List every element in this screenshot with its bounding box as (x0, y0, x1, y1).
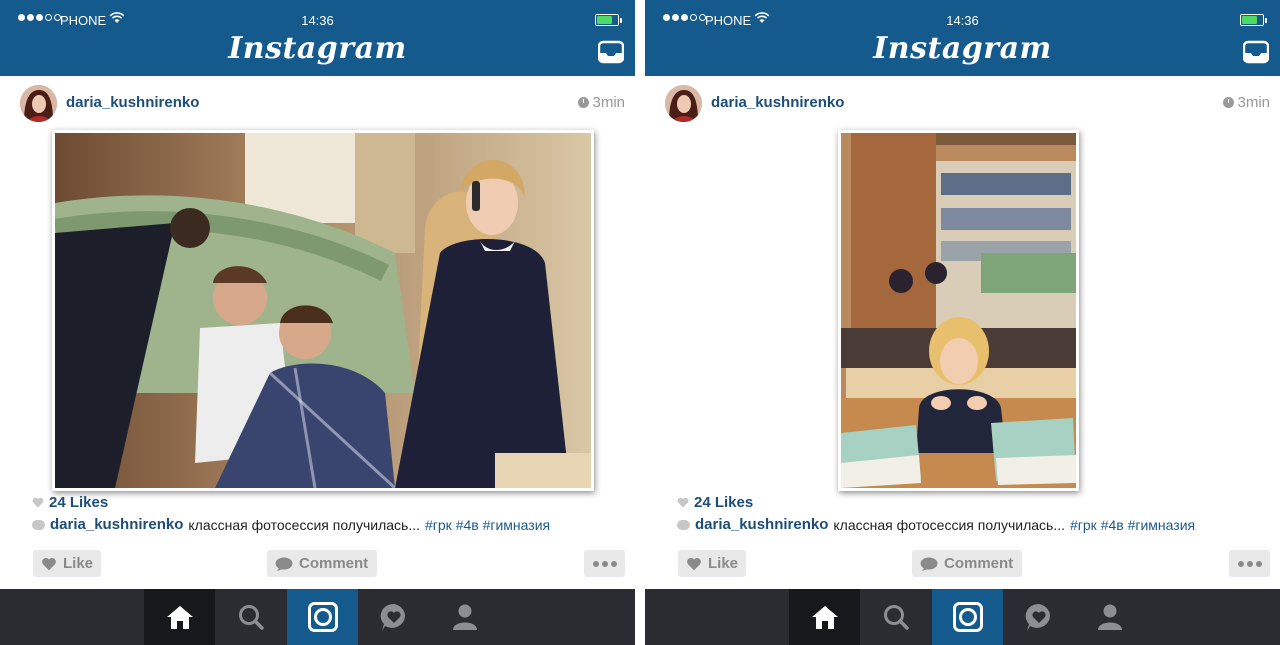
tab-home[interactable] (789, 589, 860, 645)
likes-count[interactable]: 24 Likes (677, 494, 753, 511)
tab-camera[interactable] (287, 589, 358, 645)
comment-bubble-icon (677, 519, 690, 530)
likes-text: 24 Likes (694, 494, 754, 511)
like-button[interactable]: Like (33, 550, 101, 577)
phone-screen-left: PHONE 14:36 Instagram daria_kushnirenko … (0, 0, 635, 645)
caption-text: классная фотосессия получилась... (833, 516, 1065, 533)
status-time: 14:36 (301, 13, 334, 28)
more-options-button[interactable] (584, 550, 625, 577)
comment-icon (920, 557, 938, 571)
post-username[interactable]: daria_kushnirenko (711, 94, 844, 111)
post-photo[interactable] (838, 130, 1079, 491)
clock-icon (578, 97, 590, 108)
like-button[interactable]: Like (678, 550, 746, 577)
post-time: 3min (1223, 94, 1270, 111)
tab-activity[interactable] (358, 589, 429, 645)
camera-icon (952, 602, 983, 632)
post-time: 3min (578, 94, 625, 111)
activity-icon (380, 603, 405, 631)
tab-camera[interactable] (932, 589, 1003, 645)
caption-author[interactable]: daria_kushnirenko (695, 516, 828, 533)
post-caption: daria_kushnirenko классная фотосессия по… (677, 516, 1195, 533)
post-time-text: 3min (592, 94, 625, 111)
app-logo: Instagram (873, 31, 1052, 66)
battery-icon (1240, 14, 1268, 26)
heart-icon (677, 497, 689, 508)
like-label: Like (707, 555, 738, 572)
app-header: PHONE 14:36 Instagram (645, 0, 1280, 76)
caption-hashtags[interactable]: #грк #4в #гимназия (1070, 517, 1195, 533)
comment-button[interactable]: Comment (912, 550, 1022, 577)
avatar[interactable] (20, 85, 57, 122)
inbox-icon[interactable] (598, 40, 624, 64)
more-options-button[interactable] (1229, 550, 1270, 577)
caption-text: классная фотосессия получилась... (188, 516, 420, 533)
comment-button[interactable]: Comment (267, 550, 377, 577)
likes-text: 24 Likes (49, 494, 109, 511)
tab-profile[interactable] (1074, 589, 1145, 645)
search-icon (238, 605, 264, 630)
post-username[interactable]: daria_kushnirenko (66, 94, 199, 111)
home-icon (166, 606, 193, 629)
likes-count[interactable]: 24 Likes (32, 494, 108, 511)
activity-icon (1025, 603, 1050, 631)
battery-icon (595, 14, 623, 26)
caption-hashtags[interactable]: #грк #4в #гимназия (425, 517, 550, 533)
heart-icon (32, 497, 44, 508)
comment-bubble-icon (32, 519, 45, 530)
clock-icon (1223, 97, 1235, 108)
tab-profile[interactable] (429, 589, 500, 645)
phone-screen-right: PHONE 14:36 Instagram daria_kushnirenko … (645, 0, 1280, 645)
tab-activity[interactable] (1003, 589, 1074, 645)
heart-icon (42, 557, 56, 570)
tab-bar (645, 589, 1280, 645)
comment-label: Comment (944, 555, 1014, 572)
profile-icon (452, 604, 477, 630)
caption-author[interactable]: daria_kushnirenko (50, 516, 183, 533)
comment-icon (275, 557, 293, 571)
tab-search[interactable] (215, 589, 286, 645)
status-time: 14:36 (946, 13, 979, 28)
like-label: Like (62, 555, 93, 572)
home-icon (811, 606, 838, 629)
inbox-icon[interactable] (1243, 40, 1269, 64)
app-header: PHONE 14:36 Instagram (0, 0, 635, 76)
profile-icon (1097, 604, 1122, 630)
tab-home[interactable] (144, 589, 215, 645)
post-time-text: 3min (1237, 94, 1270, 111)
tab-bar (0, 589, 635, 645)
tab-search[interactable] (860, 589, 931, 645)
camera-icon (307, 602, 338, 632)
search-icon (883, 605, 909, 630)
post-caption: daria_kushnirenko классная фотосессия по… (32, 516, 550, 533)
post-photo[interactable] (52, 130, 594, 491)
heart-icon (687, 557, 701, 570)
app-logo: Instagram (228, 31, 407, 66)
avatar[interactable] (665, 85, 702, 122)
comment-label: Comment (299, 555, 369, 572)
